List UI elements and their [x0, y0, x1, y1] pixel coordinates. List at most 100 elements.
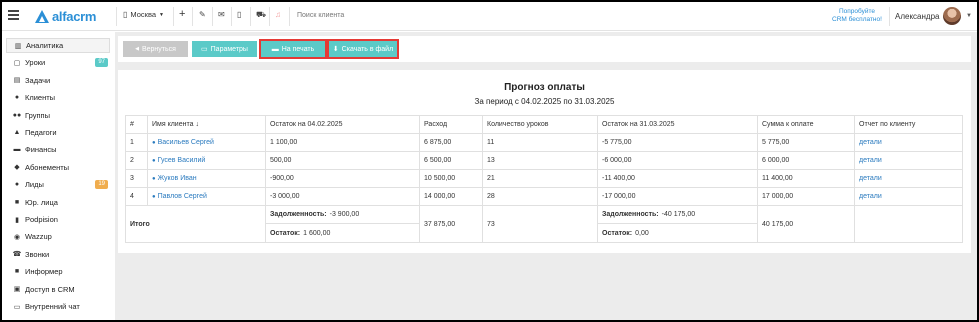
row-number: 1 — [125, 133, 148, 152]
briefcase-icon: ■ — [14, 198, 20, 206]
column-header: Остаток на 04.02.2025 — [265, 115, 420, 134]
download-file-button[interactable]: ⬇ Скачать в файл — [327, 39, 399, 59]
sidebar-item[interactable]: ◆ Абонементы — [6, 160, 110, 175]
print-button[interactable]: ▬ На печать — [259, 39, 327, 59]
divider — [289, 7, 290, 26]
lessons-count-cell: 28 — [482, 187, 598, 206]
sidebar-item-label: Лиды — [25, 180, 44, 190]
sidebar-item[interactable]: ▭ Внутренний чат — [6, 299, 110, 314]
cart-icon[interactable]: ⛟ — [256, 10, 266, 20]
sidebar-item[interactable]: ●● Группы — [6, 108, 110, 123]
chevron-down-icon[interactable]: ▼ — [966, 13, 972, 19]
table-header-row: # Имя клиента ↓ Остаток на 04.02.2025 Расхо… — [125, 115, 963, 134]
sidebar-item[interactable]: ■ Юр. лица — [6, 195, 110, 210]
client-name-link[interactable]: ● Васильев Сергей — [147, 133, 266, 152]
sidebar-item[interactable]: ● Лиды 19 — [6, 177, 110, 192]
lessons-count-cell: 21 — [482, 169, 598, 188]
column-header: Отчет по клиенту — [854, 115, 963, 134]
whatsapp-icon: ◉ — [13, 233, 21, 241]
menu-icon[interactable] — [8, 10, 19, 20]
client-name-link[interactable]: ● Жуков Иван — [147, 169, 266, 188]
divider — [231, 7, 232, 26]
client-name-link[interactable]: ● Гусев Василий — [147, 151, 266, 170]
top-navbar: alfacrm ▯ Москва ▼ + ✎ ✉ ▯ ⛟ ♫ Поиск кли… — [2, 2, 977, 31]
sidebar-item[interactable]: ● Клиенты — [6, 90, 110, 105]
expense-cell: 10 500,00 — [419, 169, 483, 188]
column-header: Остаток на 31.03.2025 — [597, 115, 758, 134]
lock-icon: ▣ — [13, 286, 21, 294]
download-label: Скачать в файл — [341, 45, 394, 53]
sidebar-item[interactable]: ▥ Аналитика — [6, 38, 110, 53]
informer-icon: ■ — [14, 268, 20, 276]
promo-line-1: Попробуйте — [838, 8, 876, 15]
report-title: Прогноз оплаты — [504, 82, 585, 93]
sidebar-item[interactable]: ▮ Podpision — [6, 212, 110, 227]
details-link[interactable]: детали — [854, 151, 963, 170]
report-toolbar: ◀ Вернуться ▭ Параметры ▬ На печать ⬇ Ск… — [118, 36, 971, 62]
end-balance-cell: -17 000,00 — [597, 187, 758, 206]
add-icon[interactable]: + — [179, 8, 185, 20]
row-number: 2 — [125, 151, 148, 170]
debt-label: Задолженность: — [602, 211, 659, 218]
branch-name: Москва — [130, 10, 157, 19]
main-content: ◀ Вернуться ▭ Параметры ▬ На печать ⬇ Ск… — [115, 32, 977, 320]
sidebar-item[interactable]: ☎ Звонки — [6, 247, 110, 262]
sidebar: ▥ Аналитика ▢ Уроки 97 ▤ Задачи ● Клиенты ●● Групп… — [2, 32, 112, 320]
sidebar-item[interactable]: ▢ Уроки 97 — [6, 55, 110, 70]
client-search-input[interactable]: Поиск клиента — [297, 12, 344, 19]
start-rest: Остаток: 1 600,00 — [266, 224, 419, 242]
column-header[interactable]: Имя клиента ↓ — [147, 115, 266, 134]
print-icon: ▬ — [271, 45, 279, 53]
user-icon: ● — [152, 194, 156, 200]
client-name: Гусев Василий — [157, 157, 206, 164]
client-name-link[interactable]: ● Павлов Сергей — [147, 187, 266, 206]
params-label: Параметры — [210, 45, 248, 53]
client-name: Жуков Иван — [157, 175, 197, 182]
totals-row: Итого Задолженность: -3 900,00 Остаток: 1 60… — [125, 205, 963, 243]
bell-icon[interactable]: ♫ — [275, 10, 281, 19]
end-debt: Задолженность: -40 175,00 — [598, 206, 757, 224]
debt-value: -3 900,00 — [329, 211, 360, 218]
parameters-button[interactable]: ▭ Параметры — [192, 41, 257, 57]
client-name: Васильев Сергей — [157, 139, 214, 146]
amount-due-cell: 11 400,00 — [757, 169, 855, 188]
divider — [173, 7, 174, 26]
sidebar-item[interactable]: ◉ Wazzup — [6, 229, 110, 244]
logo[interactable]: alfacrm — [35, 8, 96, 24]
details-link[interactable]: детали — [854, 133, 963, 152]
avatar[interactable] — [943, 7, 961, 25]
details-link[interactable]: детали — [854, 187, 963, 206]
branch-selector[interactable]: ▯ Москва ▼ — [123, 10, 164, 19]
sidebar-item-label: Wazzup — [25, 232, 52, 242]
divider — [889, 7, 890, 26]
mobile-icon[interactable]: ▯ — [237, 10, 241, 19]
mail-icon[interactable]: ✉ — [218, 10, 225, 19]
sidebar-item[interactable]: ▣ Доступ в CRM — [6, 282, 110, 297]
empty-cell — [854, 205, 963, 243]
user-icon: ● — [152, 176, 156, 182]
sidebar-item-label: Абонементы — [25, 162, 70, 172]
wrench-icon[interactable]: ✎ — [199, 10, 206, 19]
sidebar-item[interactable]: ▤ Задачи — [6, 73, 110, 88]
count-badge: 19 — [95, 180, 108, 190]
table-row: 4 ● Павлов Сергей -3 000,00 14 000,00 28 -17 0… — [125, 187, 963, 206]
user-icon: ● — [152, 140, 156, 146]
back-button[interactable]: ◀ Вернуться — [123, 41, 188, 57]
sidebar-item-label: Уроки — [25, 58, 46, 68]
sidebar-item[interactable]: ■ Информер — [6, 264, 110, 279]
details-link[interactable]: детали — [854, 169, 963, 188]
tasks-icon: ▤ — [13, 77, 21, 85]
user-name[interactable]: Александра — [895, 12, 939, 21]
sidebar-item[interactable]: ▲ Педагоги — [6, 125, 110, 140]
sidebar-item[interactable]: ▬ Финансы — [6, 142, 110, 157]
debt-label: Задолженность: — [270, 211, 327, 218]
file-icon: ▮ — [15, 216, 19, 224]
try-crm-free-link[interactable]: Попробуйте CRM бесплатно! — [822, 8, 892, 24]
back-label: Вернуться — [141, 45, 176, 53]
column-header: Сумма к оплате — [757, 115, 855, 134]
phone-icon: ☎ — [12, 251, 22, 259]
column-header: Количество уроков — [482, 115, 598, 134]
chart-icon: ▥ — [14, 42, 22, 50]
logo-mark-icon — [35, 9, 49, 23]
start-balance-cell: 500,00 — [265, 151, 420, 170]
